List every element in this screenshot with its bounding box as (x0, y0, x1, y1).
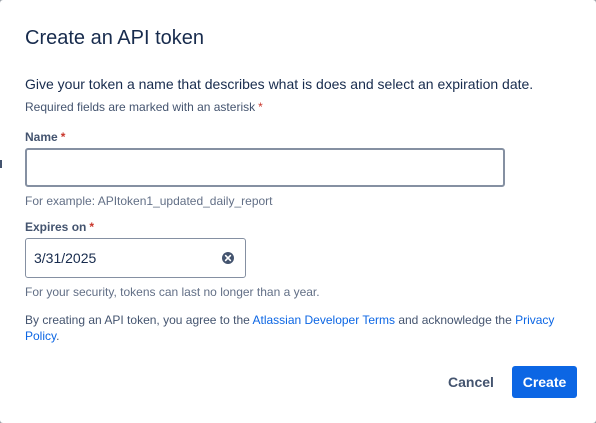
background-edge-mark (0, 160, 2, 168)
expiration-date-value: 3/31/2025 (34, 250, 97, 266)
expires-required-asterisk: * (89, 220, 95, 234)
name-required-asterisk: * (60, 130, 66, 144)
cancel-button[interactable]: Cancel (440, 366, 502, 398)
required-fields-note: Required fields are marked with an aster… (25, 100, 263, 114)
agreement-suffix: . (56, 329, 60, 343)
expires-label-text: Expires on (25, 220, 87, 234)
dialog-description: Give your token a name that describes wh… (25, 76, 534, 92)
expires-helper-text: For your security, tokens can last no lo… (25, 285, 320, 299)
agreement-middle: and acknowledge the (395, 313, 516, 327)
agreement-prefix: By creating an API token, you agree to t… (25, 313, 253, 327)
create-api-token-dialog: Create an API token Give your token a na… (0, 0, 596, 423)
expiration-date-picker[interactable]: 3/31/2025 (25, 238, 246, 278)
dialog-title: Create an API token (25, 27, 205, 49)
name-label-text: Name (25, 130, 58, 144)
create-button[interactable]: Create (512, 366, 577, 398)
required-asterisk: * (258, 100, 263, 114)
expires-label: Expires on * (25, 220, 94, 234)
clear-circle-x-icon[interactable] (221, 251, 235, 265)
name-helper-text: For example: APItoken1_updated_daily_rep… (25, 194, 273, 208)
token-name-input[interactable] (25, 148, 505, 187)
required-note-text: Required fields are marked with an aster… (25, 100, 256, 114)
terms-agreement-text: By creating an API token, you agree to t… (25, 312, 565, 344)
name-label: Name * (25, 130, 65, 144)
developer-terms-link[interactable]: Atlassian Developer Terms (252, 313, 395, 327)
